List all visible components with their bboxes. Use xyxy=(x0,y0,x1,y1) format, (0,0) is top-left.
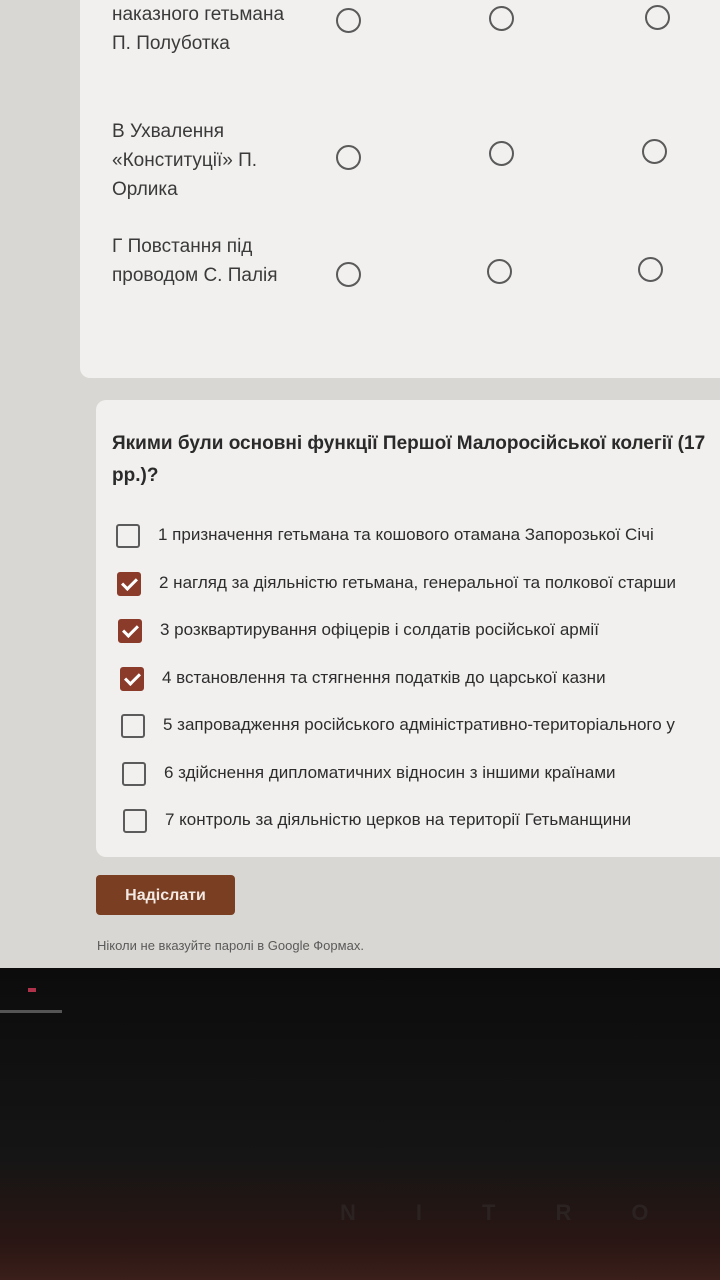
grid-row-label: Г Повстання під проводом С. Палія xyxy=(112,236,278,286)
grid-radio-button[interactable] xyxy=(336,8,361,33)
form-page: наказного гетьмана П. Полуботка В Ухвале… xyxy=(0,0,720,968)
password-warning: Ніколи не вказуйте паролі в Google Форма… xyxy=(97,938,364,953)
checkbox-option-label: 1 призначення гетьмана та кошового отама… xyxy=(158,525,654,544)
grid-radio-button[interactable] xyxy=(638,257,663,282)
checkbox-option-label: 6 здійснення дипломатичних відносин з ін… xyxy=(164,763,616,782)
grid-row-label: В Ухвалення «Конституції» П. Орлика xyxy=(112,121,258,200)
checkbox-checked[interactable] xyxy=(117,572,141,596)
checkbox-option[interactable]: 3 розквартирування офіцерів і солдатів р… xyxy=(118,617,720,645)
checkbox-unchecked[interactable] xyxy=(121,714,145,738)
taskbar-line xyxy=(0,1010,62,1013)
grid-radio-button[interactable] xyxy=(489,141,514,166)
checkbox-option-label: 3 розквартирування офіцерів і солдатів р… xyxy=(160,620,599,639)
checkbox-option-label: 4 встановлення та стягнення податків до … xyxy=(162,668,606,687)
taskbar-indicator xyxy=(28,988,36,992)
checkbox-option-label: 5 запровадження російського адміністрати… xyxy=(163,715,675,734)
checkbox-option[interactable]: 1 призначення гетьмана та кошового отама… xyxy=(116,522,720,550)
question-title-line: рр.)? xyxy=(112,465,159,486)
question-title: Якими були основні функції Першої Малоро… xyxy=(112,428,720,492)
grid-radio-button[interactable] xyxy=(487,259,512,284)
checkbox-unchecked[interactable] xyxy=(123,809,147,833)
checkbox-option[interactable]: 7 контроль за діяльністю церков на терит… xyxy=(123,807,720,835)
checkbox-option[interactable]: 4 встановлення та стягнення податків до … xyxy=(120,665,720,693)
checkbox-unchecked[interactable] xyxy=(122,762,146,786)
checkbox-option[interactable]: 2 нагляд за діяльністю гетьмана, генерал… xyxy=(117,570,720,598)
checkbox-option-label: 7 контроль за діяльністю церков на терит… xyxy=(165,810,632,829)
grid-radio-button[interactable] xyxy=(645,5,670,30)
monitor-bezel xyxy=(0,968,720,1280)
checkbox-unchecked[interactable] xyxy=(116,524,140,548)
checkbox-checked[interactable] xyxy=(118,619,142,643)
grid-radio-button[interactable] xyxy=(489,6,514,31)
grid-radio-button[interactable] xyxy=(336,262,361,287)
checkbox-option[interactable]: 6 здійснення дипломатичних відносин з ін… xyxy=(122,760,720,788)
checkbox-checked[interactable] xyxy=(120,667,144,691)
question-title-line: Якими були основні функції Першої Малоро… xyxy=(112,433,706,454)
device-brand-logo: NITRO xyxy=(340,1200,709,1225)
checkbox-option-label: 2 нагляд за діяльністю гетьмана, генерал… xyxy=(159,573,677,592)
grid-radio-button[interactable] xyxy=(336,145,361,170)
grid-row-label: наказного гетьмана П. Полуботка xyxy=(112,4,285,54)
grid-radio-button[interactable] xyxy=(642,139,667,164)
checkbox-option[interactable]: 5 запровадження російського адміністрати… xyxy=(121,712,720,740)
submit-button[interactable]: Надіслати xyxy=(96,875,235,915)
